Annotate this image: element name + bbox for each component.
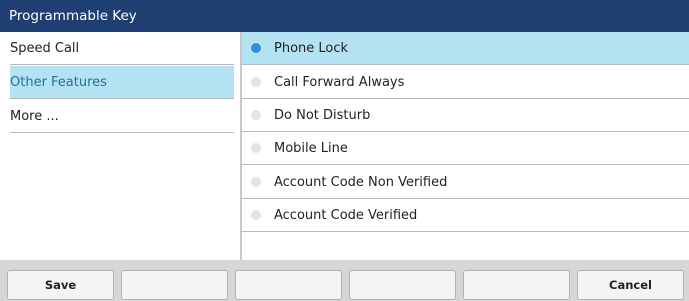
option-label: Account Code Non Verified xyxy=(274,174,448,190)
category-item-speed-call[interactable]: Speed Call xyxy=(10,32,234,65)
option-label: Call Forward Always xyxy=(274,74,405,90)
radio-selected-icon xyxy=(251,43,261,53)
feature-option-list: Phone Lock Call Forward Always Do Not Di… xyxy=(242,32,689,260)
option-mobile-line[interactable]: Mobile Line xyxy=(242,132,689,165)
radio-unselected-icon xyxy=(251,110,261,120)
category-list: Speed Call Other Features More ... xyxy=(0,32,240,260)
radio-unselected-icon xyxy=(251,143,261,153)
option-label: Account Code Verified xyxy=(274,207,418,223)
radio-unselected-icon xyxy=(251,77,261,87)
radio-unselected-icon xyxy=(251,177,261,187)
cancel-button[interactable]: Cancel xyxy=(577,270,684,300)
page-title: Programmable Key xyxy=(9,8,137,24)
option-phone-lock[interactable]: Phone Lock xyxy=(242,32,689,65)
category-item-other-features[interactable]: Other Features xyxy=(10,66,234,99)
softkey-3[interactable] xyxy=(235,270,342,300)
softkey-5[interactable] xyxy=(463,270,570,300)
save-button[interactable]: Save xyxy=(7,270,114,300)
softkey-2[interactable] xyxy=(121,270,228,300)
softkey-4[interactable] xyxy=(349,270,456,300)
option-label: Do Not Disturb xyxy=(274,107,371,123)
option-do-not-disturb[interactable]: Do Not Disturb xyxy=(242,99,689,132)
option-account-code-verified[interactable]: Account Code Verified xyxy=(242,199,689,232)
category-label: More ... xyxy=(10,108,59,124)
option-label: Mobile Line xyxy=(274,140,348,156)
radio-unselected-icon xyxy=(251,210,261,220)
category-item-more[interactable]: More ... xyxy=(10,100,234,133)
option-account-code-non-verified[interactable]: Account Code Non Verified xyxy=(242,166,689,199)
title-bar: Programmable Key xyxy=(0,0,689,32)
softkey-bar: Save Cancel xyxy=(0,260,689,301)
option-call-forward-always[interactable]: Call Forward Always xyxy=(242,66,689,99)
category-label: Speed Call xyxy=(10,40,80,56)
option-label: Phone Lock xyxy=(274,40,349,56)
category-label: Other Features xyxy=(10,74,107,90)
